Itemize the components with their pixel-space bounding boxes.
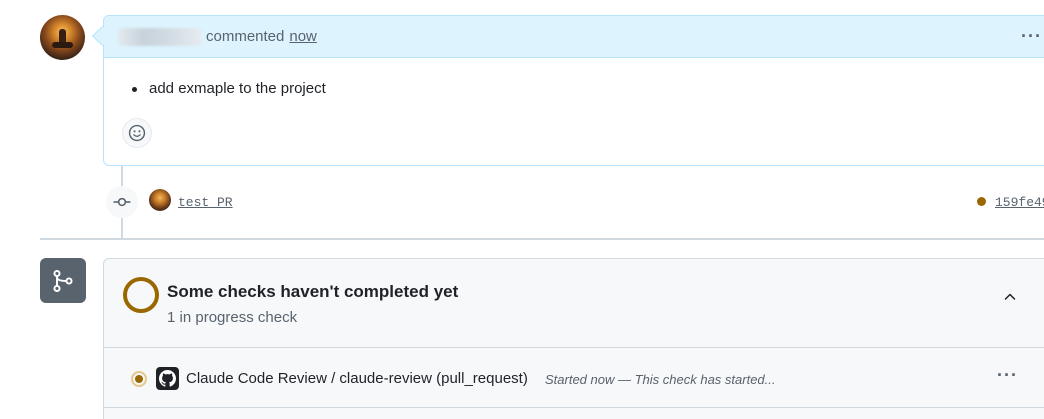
check-run-row[interactable]: Claude Code Review / claude-review (pull… (104, 347, 1044, 407)
smiley-icon (128, 124, 146, 142)
checks-summary-box: Some checks haven't completed yet 1 in p… (103, 258, 1044, 419)
checks-pending-ring-icon (123, 277, 159, 313)
comment-author-avatar[interactable] (40, 15, 85, 60)
comment-list: add exmaple to the project (132, 80, 1044, 97)
timeline-divider (40, 238, 1044, 240)
check-run-description: Started now — This check has started... (545, 372, 776, 387)
checks-title: Some checks haven't completed yet (167, 282, 459, 301)
checks-subtitle: 1 in progress check (167, 309, 298, 326)
kebab-horizontal-icon[interactable]: ··· (997, 365, 1018, 386)
comment-action: commented (206, 28, 285, 45)
list-item: add exmaple to the project (132, 80, 1044, 97)
comment-time-link[interactable]: now (289, 28, 317, 45)
git-branch-icon (40, 258, 86, 303)
kebab-horizontal-icon[interactable]: ··· (1021, 26, 1042, 47)
commit-sha-link[interactable]: 159fe49 (995, 195, 1044, 210)
commit-author-avatar[interactable] (149, 189, 171, 211)
collapse-checks-button[interactable] (1002, 289, 1018, 308)
comment-header: commented now ··· (104, 16, 1044, 58)
git-commit-icon (106, 186, 138, 218)
commit-status-pending-dot[interactable] (977, 197, 986, 206)
author-name-redacted[interactable] (118, 27, 202, 46)
chevron-up-icon (1004, 293, 1016, 300)
commit-message-link[interactable]: test PR (178, 195, 233, 210)
add-reaction-button[interactable] (122, 118, 152, 148)
check-in-progress-icon (131, 371, 147, 387)
github-logo-icon (156, 367, 179, 390)
check-row-separator (104, 407, 1044, 408)
check-run-name-link[interactable]: Claude Code Review / claude-review (pull… (186, 370, 528, 387)
comment-body: add exmaple to the project (104, 58, 1044, 97)
comment-box: commented now ··· add exmaple to the pro… (103, 15, 1044, 166)
